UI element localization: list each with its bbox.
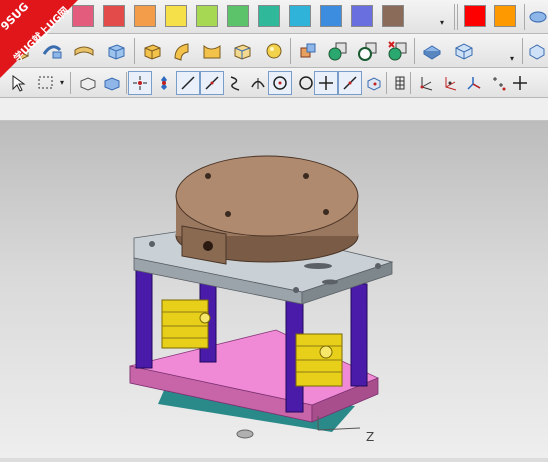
separator [524,4,525,30]
select-solid-icon[interactable] [100,71,124,95]
color-swatch[interactable] [382,5,404,27]
separator [290,38,291,64]
circle-center-icon[interactable] [268,71,292,95]
separator [386,72,387,94]
color-swatch[interactable] [351,5,373,27]
select-dropdown-arrow[interactable]: ▾ [60,78,64,87]
snap-face-icon[interactable] [362,71,386,95]
cylinder-port [319,345,333,359]
boolean-unite-icon[interactable] [296,39,320,63]
plus-icon[interactable] [508,71,532,95]
block-shade-icon[interactable] [230,39,254,63]
color-swatch[interactable] [320,5,342,27]
slot-hole [304,263,332,269]
color-swatch[interactable] [134,5,156,27]
snap-point-icon[interactable] [128,71,152,95]
arc-icon[interactable] [246,71,270,95]
watermark-badge: 9SUG 学UG就上UG网 [0,0,78,78]
selection-toolbar: ▾ [0,68,548,98]
color-tool-button[interactable] [528,5,548,29]
color-swatch[interactable] [165,5,187,27]
model-render [129,155,394,439]
guide-pillar [350,283,368,387]
boolean-remove-icon[interactable] [386,39,410,63]
graphics-viewport[interactable]: Z [0,121,548,458]
boolean-subtract-icon[interactable] [356,39,380,63]
slot-hole [322,279,338,285]
turntable-bolt-hole [225,211,231,217]
grid-icon[interactable] [388,71,412,95]
bolt-hole [375,263,381,269]
turntable-bolt-hole [205,173,211,179]
view-icon[interactable] [452,39,476,63]
separator [134,38,135,64]
feature-toolbar: ▾ [0,34,548,68]
color-toolbar: ▾ [0,0,548,34]
bolt-hole [293,287,299,293]
toolbar-spacer [0,98,548,121]
turntable-top [175,155,359,237]
turntable-bolt-hole [303,173,309,179]
quick-color-swatch[interactable] [494,5,516,27]
color-swatch[interactable] [227,5,249,27]
curve-icon[interactable] [224,71,248,95]
turntable-bore [203,241,213,251]
separator [414,38,415,64]
color-swatch[interactable] [258,5,280,27]
line-icon[interactable] [176,71,200,95]
more-tools-icon[interactable] [526,39,548,63]
separator [410,72,411,94]
select-body-icon[interactable] [76,71,100,95]
face-icon[interactable] [140,39,164,63]
color-dropdown-arrow[interactable]: ▾ [440,18,444,27]
color-swatch[interactable] [103,5,125,27]
snap-end-icon[interactable] [152,71,176,95]
separator [126,72,127,94]
surface-icon[interactable] [170,39,194,63]
axis-a-icon[interactable] [414,71,438,95]
color-swatch[interactable] [196,5,218,27]
cylinder-port [199,312,211,324]
turntable-bolt-hole [323,209,329,215]
guide-pillar [135,263,153,369]
air-cylinder-left [161,299,209,349]
foot [236,429,254,439]
axis-b-icon[interactable] [438,71,462,95]
bolt-hole [149,241,155,247]
sphere-icon[interactable] [262,39,286,63]
points-icon[interactable] [486,71,510,95]
separator [522,38,523,64]
cross-icon[interactable] [314,71,338,95]
edge-blend-icon[interactable] [200,39,224,63]
shade-icon[interactable] [420,39,444,63]
boolean-add-icon[interactable] [326,39,350,63]
quick-color-swatch[interactable] [464,5,486,27]
line-diag-icon[interactable] [200,71,224,95]
axis-c-icon[interactable] [462,71,486,95]
block-icon[interactable] [104,39,128,63]
line-2-icon[interactable] [338,71,362,95]
separator [454,4,455,30]
axis-label-z: Z [366,430,375,444]
separator [457,4,458,30]
color-swatch[interactable] [289,5,311,27]
feature-dropdown-arrow[interactable]: ▾ [510,54,514,63]
